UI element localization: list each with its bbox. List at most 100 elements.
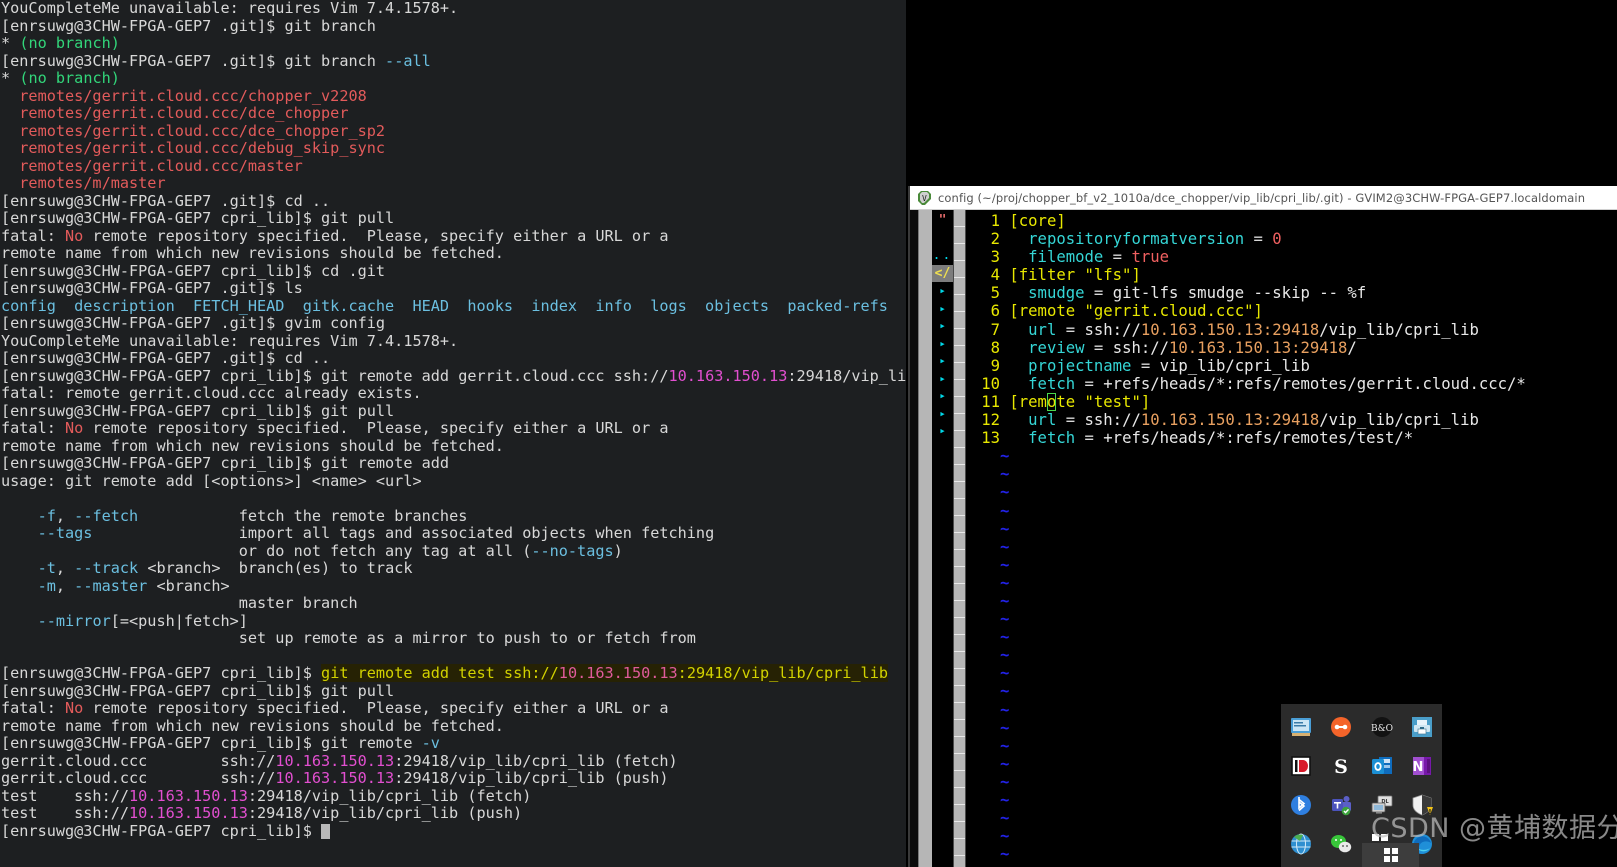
gvim-gutter-mark[interactable]: " — [932, 212, 953, 230]
gvim-gutter-mark[interactable]: ▸ — [932, 387, 953, 405]
gvim-gutter-mark[interactable] — [932, 230, 953, 248]
svg-text:B&O: B&O — [1371, 724, 1393, 734]
gvim-line-number: 9 — [990, 356, 1000, 375]
gvim-eob-marker: ~ — [1000, 682, 1010, 701]
gvim-line[interactable]: 3 filemode = true — [966, 248, 1617, 266]
gvim-line[interactable]: 10 fetch = +refs/heads/*:refs/remotes/ge… — [966, 375, 1617, 393]
terminal-line: [enrsuwg@3CHW-FPGA-GEP7 .git]$ ls — [1, 279, 303, 297]
gvim-eob-marker: ~ — [1000, 555, 1010, 574]
gvim-line-number: 3 — [990, 248, 1000, 267]
terminal-line: [enrsuwg@3CHW-FPGA-GEP7 .git]$ cd .. — [1, 349, 331, 367]
gvim-line-number: 13 — [981, 429, 1000, 448]
gvim-fold-column — [953, 210, 966, 867]
gvim-gutter-mark[interactable]: .. — [932, 247, 953, 265]
teams-icon[interactable] — [1330, 794, 1352, 816]
gvim-eob-marker: ~ — [1000, 465, 1010, 484]
terminal-line: gerrit.cloud.ccc ssh://10.163.150.13:294… — [1, 751, 678, 770]
gvim-eob-marker: ~ — [1000, 646, 1010, 665]
gvim-line[interactable]: 4 [filter "lfs"] — [966, 266, 1617, 284]
gvim-line[interactable]: 13 fetch = +refs/heads/*:refs/remotes/te… — [966, 429, 1617, 447]
gvim-line[interactable]: 11 [remote "test"] — [966, 392, 1617, 411]
gvim-gutter-mark[interactable]: ▸ — [932, 405, 953, 423]
terminal-line: [enrsuwg@3CHW-FPGA-GEP7 cpri_lib]$ — [1, 822, 906, 841]
gvim-editor-body[interactable]: " .. </▸ ▸ ▸ ▸ ▸ ▸ ▸ ▸ ▸ 1 [core] 2 repositoryform… — [910, 210, 1617, 867]
gvim-eob-marker: ~ — [1000, 809, 1010, 828]
screen: YouCompleteMe unavailable: requires Vim … — [0, 0, 1617, 867]
gvim-line-number: 10 — [981, 374, 1000, 393]
gvim-eob-marker: ~ — [1000, 537, 1010, 556]
gvim-line[interactable]: 2 repositoryformatversion = 0 — [966, 230, 1617, 248]
gvim-eob-line: ~ — [966, 483, 1617, 501]
gvim-eob-line: ~ — [966, 447, 1617, 465]
gvim-gutter-mark[interactable]: ▸ — [932, 317, 953, 335]
gvim-sign-gutter[interactable]: " .. </▸ ▸ ▸ ▸ ▸ ▸ ▸ ▸ ▸ — [932, 210, 953, 867]
gvim-line[interactable]: 1 [core] — [966, 212, 1617, 230]
terminal-line: test ssh://10.163.150.13:29418/vip_lib/c… — [1, 786, 532, 805]
gvim-eob-marker: ~ — [1000, 483, 1010, 502]
gvim-gutter-mark[interactable]: ▸ — [932, 335, 953, 353]
terminal-line: usage: git remote add [<options>] <name>… — [1, 471, 422, 490]
terminal-line: remote name from which new revisions sho… — [1, 244, 504, 262]
gvim-gutter-mark[interactable]: </ — [932, 264, 953, 282]
gvim-eob-marker: ~ — [1000, 573, 1010, 592]
terminal-line: remotes/gerrit.cloud.ccc/master — [1, 156, 303, 175]
outlook-icon[interactable] — [1371, 755, 1393, 777]
terminal-line: * (no branch) — [1, 34, 120, 52]
gvim-line[interactable]: 12 url = ssh://10.163.150.13:29418/vip_l… — [966, 411, 1617, 429]
gvim-line[interactable]: 5 smudge = git-lfs smudge --skip -- %f — [966, 284, 1617, 302]
terminal-line: fatal: No remote repository specified. P… — [1, 419, 669, 437]
gvim-eob-marker: ~ — [1000, 628, 1010, 647]
gvim-gutter-mark[interactable]: ▸ — [932, 300, 953, 318]
odin-orange-icon[interactable] — [1330, 716, 1352, 738]
gvim-line-number: 11 — [981, 392, 1000, 411]
terminal-line: YouCompleteMe unavailable: requires Vim … — [1, 0, 459, 17]
gvim-window[interactable]: V config (~/proj/chopper_bf_v2_1010a/dce… — [908, 186, 1617, 867]
gvim-eob-line: ~ — [966, 502, 1617, 520]
terminal-line: fatal: No remote repository specified. P… — [1, 226, 669, 245]
terminal-line: [enrsuwg@3CHW-FPGA-GEP7 .git]$ git branc… — [1, 16, 376, 35]
gvim-line[interactable]: 7 url = ssh://10.163.150.13:29418/vip_li… — [966, 321, 1617, 339]
svg-text:S: S — [1335, 756, 1349, 777]
start-icon — [1383, 848, 1398, 862]
gvim-gutter-mark[interactable]: ▸ — [932, 422, 953, 440]
printer-icon[interactable] — [1411, 716, 1433, 738]
gvim-eob-marker: ~ — [1000, 754, 1010, 773]
wechat-icon[interactable] — [1330, 833, 1352, 855]
bo-black-icon[interactable]: B&O — [1371, 716, 1393, 738]
terminal-line: or do not fetch any tag at all (--no-tag… — [1, 541, 623, 560]
terminal-line: set up remote as a mirror to push to or … — [1, 629, 696, 647]
terminal-line: remotes/gerrit.cloud.ccc/debug_skip_sync — [1, 139, 386, 157]
terminal-line: [enrsuwg@3CHW-FPGA-GEP7 .git]$ cd .. — [1, 191, 331, 210]
gvim-left-scrollbar[interactable] — [918, 210, 932, 867]
terminal-line: [enrsuwg@3CHW-FPGA-GEP7 cpri_lib]$ git r… — [1, 664, 888, 682]
gvim-titlebar[interactable]: V config (~/proj/chopper_bf_v2_1010a/dce… — [910, 186, 1617, 210]
gvim-eob-marker: ~ — [1000, 519, 1010, 538]
gvim-line[interactable]: 6 [remote "gerrit.cloud.ccc"] — [966, 302, 1617, 320]
globe-icon[interactable] — [1290, 833, 1312, 855]
gvim-line-number: 2 — [990, 230, 1000, 249]
gvim-eob-line: ~ — [966, 538, 1617, 556]
gvim-gutter-mark[interactable]: ▸ — [932, 370, 953, 388]
gvim-eob-marker: ~ — [1000, 736, 1010, 755]
remote-desktop-icon[interactable] — [1290, 716, 1312, 738]
terminal-window[interactable]: YouCompleteMe unavailable: requires Vim … — [0, 0, 906, 867]
terminal-line: -m, --master <branch> — [37, 576, 230, 595]
terminal-line: [enrsuwg@3CHW-FPGA-GEP7 cpri_lib]$ git p… — [1, 209, 395, 227]
gvim-line[interactable]: 8 review = ssh://10.163.150.13:29418/ — [966, 339, 1617, 357]
gvim-eob-line: ~ — [966, 682, 1617, 700]
gvim-line[interactable]: 9 projectname = vip_lib/cpri_lib — [966, 357, 1617, 375]
onenote-icon[interactable]: N — [1411, 755, 1433, 777]
svg-text:V: V — [922, 194, 927, 203]
s-logo-icon[interactable]: S — [1330, 755, 1352, 777]
gvim-gutter-mark[interactable]: ▸ — [932, 352, 953, 370]
start-button[interactable] — [1362, 843, 1419, 867]
terminal-line: fatal: remote gerrit.cloud.ccc already e… — [1, 384, 422, 402]
gvim-gutter-mark[interactable]: ▸ — [932, 282, 953, 300]
terminal-line: remotes/m/master — [1, 174, 166, 192]
bluetooth-icon[interactable] — [1290, 794, 1312, 816]
id-badge-icon[interactable] — [1290, 755, 1312, 777]
vim-logo-icon: V — [917, 190, 932, 205]
terminal-line: remote name from which new revisions sho… — [1, 716, 504, 735]
